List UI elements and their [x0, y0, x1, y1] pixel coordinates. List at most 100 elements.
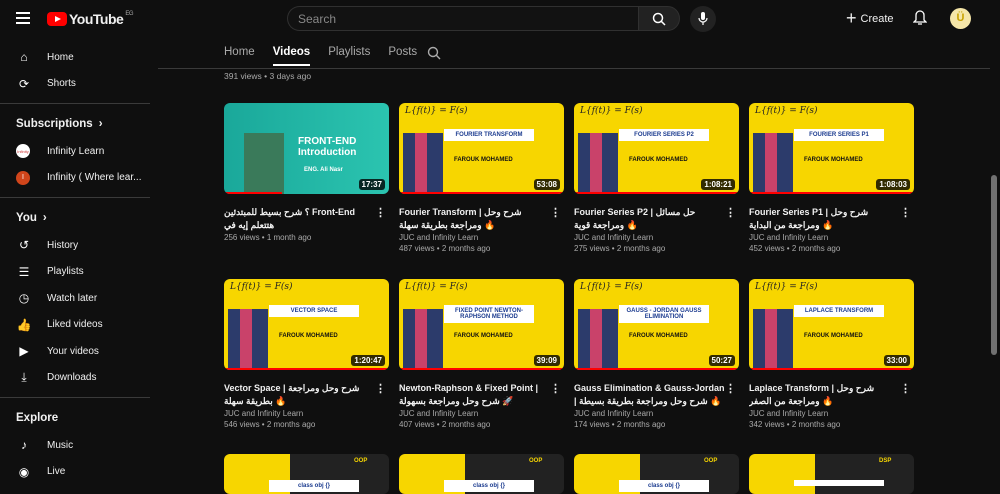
thumbnail-subtitle: FAROUK MOHAMED [454, 333, 513, 339]
thumbnail-subtitle: FAROUK MOHAMED [454, 157, 513, 163]
video-duration: 17:37 [358, 179, 385, 190]
thumbnail-title: class obj {} [619, 480, 709, 492]
video-card[interactable]: FRONT-END Introduction ENG. Ali Nasr 17:37… [224, 103, 389, 243]
subscriptions-title: Subscriptions [16, 118, 93, 130]
tab-videos[interactable]: Videos [272, 46, 311, 66]
video-card[interactable]: L{f(t)} = F(s) FOURIER SERIES P1 FAROUK MO… [749, 103, 914, 254]
video-meta: 452 views • 2 months ago [749, 244, 841, 253]
youtube-logo[interactable]: YouTube EG [47, 11, 133, 27]
you-heading[interactable]: You › [0, 204, 150, 232]
scrollbar[interactable] [991, 175, 997, 355]
bell-icon [912, 10, 928, 25]
video-card[interactable]: L{f(t)} = F(s) LAPLACE TRANSFORM FAROUK MO… [749, 279, 914, 430]
video-duration: 50:27 [708, 355, 735, 366]
channel-name[interactable]: JUC and Infinity Learn [574, 232, 739, 243]
sidebar-item-watch-later[interactable]: ◷ Watch later [0, 285, 150, 312]
video-card[interactable]: L{f(t)} = F(s) VECTOR SPACE FAROUK MOHAMED… [224, 279, 389, 430]
tab-home[interactable]: Home [224, 46, 255, 66]
channel-name[interactable]: JUC and Infinity Learn [574, 408, 739, 419]
sidebar-item-your-videos[interactable]: ▶ Your videos [0, 338, 150, 365]
subscription-item[interactable]: I Infinity ( Where lear... [0, 165, 150, 192]
sidebar-item-history[interactable]: ↺ History [0, 232, 150, 259]
video-thumbnail[interactable]: L{f(t)} = F(s) FOURIER TRANSFORM FAROUK MO… [399, 103, 564, 194]
video-thumbnail[interactable]: DSP [749, 454, 914, 494]
account-avatar[interactable]: Ü [950, 8, 971, 29]
subscription-label: Infinity Learn [47, 145, 105, 157]
sidebar-item-music[interactable]: ♪ Music [0, 432, 150, 459]
tab-playlists[interactable]: Playlists [328, 46, 370, 66]
video-card[interactable]: class obj {} OOP [574, 454, 739, 494]
video-title[interactable]: Gauss Elimination & Gauss-Jordan | شرح و… [574, 382, 739, 408]
video-title[interactable]: ؟ شرح بسيط للمبتدئين Front-End هتتعلم إي… [224, 206, 389, 232]
video-thumbnail[interactable]: L{f(t)} = F(s) FOURIER SERIES P1 FAROUK MO… [749, 103, 914, 194]
channel-name[interactable]: JUC and Infinity Learn [749, 408, 914, 419]
video-title[interactable]: Fourier Series P1 | شرح وحل ومراجعة من ا… [749, 206, 914, 232]
subscriptions-heading[interactable]: Subscriptions › [0, 110, 150, 138]
more-options-icon[interactable]: ⋮ [900, 206, 911, 219]
more-options-icon[interactable]: ⋮ [900, 382, 911, 395]
sidebar-item-live[interactable]: ◉ Live [0, 459, 150, 486]
search-input[interactable]: Search [287, 6, 638, 31]
sidebar-item-liked-videos[interactable]: 👍 Liked videos [0, 312, 150, 339]
more-options-icon[interactable]: ⋮ [375, 206, 386, 219]
menu-icon[interactable] [16, 12, 30, 27]
video-thumbnail[interactable]: class obj {} OOP [574, 454, 739, 494]
sidebar-item-home[interactable]: ⌂ Home [0, 44, 150, 71]
video-title[interactable]: Vector Space | شرح وحل ومراجعة بطريقة سه… [224, 382, 389, 408]
video-thumbnail[interactable]: class obj {} OOP [399, 454, 564, 494]
more-options-icon[interactable]: ⋮ [550, 382, 561, 395]
thumbnail-title: FOURIER SERIES P2 [619, 129, 709, 141]
video-card[interactable]: L{f(t)} = F(s) GAUSS - JORDAN GAUSS ELIMI… [574, 279, 739, 430]
sidebar-item-playlists[interactable]: ☰ Playlists [0, 259, 150, 286]
sidebar-item-shorts[interactable]: ⟳ Shorts [0, 71, 150, 98]
subscription-item[interactable]: Infinity Infinity Learn [0, 138, 150, 165]
thumbnail-title: VECTOR SPACE [269, 305, 359, 317]
thumbnail-title [794, 480, 884, 486]
notifications-button[interactable] [912, 10, 928, 31]
video-thumbnail[interactable]: L{f(t)} = F(s) GAUSS - JORDAN GAUSS ELIMI… [574, 279, 739, 370]
more-options-icon[interactable]: ⋮ [725, 206, 736, 219]
search-button[interactable] [638, 6, 680, 31]
video-title[interactable]: Fourier Series P2 | حل مسائل ومراجعة قوي… [574, 206, 739, 232]
channel-name[interactable]: JUC and Infinity Learn [749, 232, 914, 243]
video-card[interactable]: L{f(t)} = F(s) FIXED POINT NEWTON-RAPHSON… [399, 279, 564, 430]
video-card[interactable]: L{f(t)} = F(s) FOURIER SERIES P2 FAROUK MO… [574, 103, 739, 254]
channel-name[interactable]: JUC and Infinity Learn [399, 408, 564, 419]
tab-posts[interactable]: Posts [388, 46, 417, 66]
video-card[interactable]: class obj {} OOP [224, 454, 389, 494]
channel-name[interactable]: JUC and Infinity Learn [399, 232, 564, 243]
channel-tabs: Home Videos Playlists Posts [224, 46, 435, 66]
sidebar-item-label: History [47, 239, 79, 251]
create-button[interactable]: + Create [846, 8, 894, 29]
video-thumbnail[interactable]: L{f(t)} = F(s) FIXED POINT NEWTON-RAPHSON… [399, 279, 564, 370]
video-thumbnail[interactable]: L{f(t)} = F(s) VECTOR SPACE FAROUK MOHAMED… [224, 279, 389, 370]
download-icon: ⤓ [21, 370, 27, 385]
more-options-icon[interactable]: ⋮ [725, 382, 736, 395]
video-card[interactable]: DSP [749, 454, 914, 494]
watch-progress [574, 192, 739, 194]
video-thumbnail[interactable]: FRONT-END Introduction ENG. Ali Nasr 17:37 [224, 103, 389, 194]
voice-search-button[interactable] [690, 6, 716, 32]
create-label: Create [860, 12, 894, 25]
thumbnail-subtitle: FAROUK MOHAMED [629, 157, 688, 163]
top-bar: YouTube EG Search + Create Ü [0, 0, 1000, 37]
video-thumbnail[interactable]: class obj {} OOP [224, 454, 389, 494]
divider [0, 197, 150, 198]
thumbnail-subtitle: OOP [354, 458, 368, 464]
video-title[interactable]: Laplace Transform | شرح وحل ومراجعة من ا… [749, 382, 914, 408]
more-options-icon[interactable]: ⋮ [550, 206, 561, 219]
thumbnail-subtitle: DSP [879, 458, 892, 464]
video-card[interactable]: class obj {} OOP [399, 454, 564, 494]
more-options-icon[interactable]: ⋮ [375, 382, 386, 395]
video-title[interactable]: Newton-Raphson & Fixed Point | شرح وحل و… [399, 382, 564, 408]
channel-name[interactable]: JUC and Infinity Learn [224, 408, 389, 419]
channel-search-icon[interactable] [427, 46, 441, 60]
thumbnail-title: FRONT-END Introduction [298, 136, 357, 158]
sidebar-item-label: Live [47, 466, 66, 478]
video-title[interactable]: Fourier Transform | شرح وحل ومراجعة بطري… [399, 206, 564, 232]
explore-heading: Explore [0, 404, 150, 432]
sidebar-item-downloads[interactable]: ⤓ Downloads [0, 365, 150, 392]
video-thumbnail[interactable]: L{f(t)} = F(s) FOURIER SERIES P2 FAROUK MO… [574, 103, 739, 194]
video-thumbnail[interactable]: L{f(t)} = F(s) LAPLACE TRANSFORM FAROUK MO… [749, 279, 914, 370]
video-card[interactable]: L{f(t)} = F(s) FOURIER TRANSFORM FAROUK MO… [399, 103, 564, 254]
